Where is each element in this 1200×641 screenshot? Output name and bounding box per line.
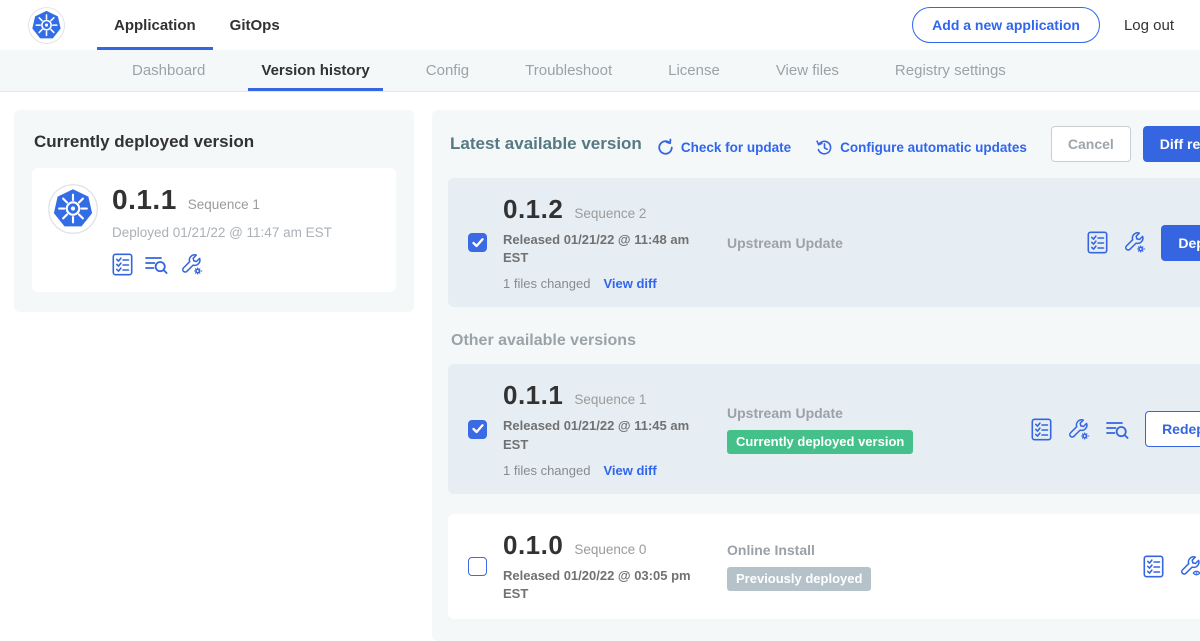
refresh-icon	[656, 138, 675, 157]
subnav-item-config[interactable]: Config	[413, 50, 482, 91]
row-actions: Redeploy	[1031, 411, 1200, 447]
subnav-item-version-history[interactable]: Version history	[248, 50, 382, 91]
view-diff-link[interactable]: View diff	[603, 463, 656, 478]
preflight-icon[interactable]	[1143, 555, 1164, 578]
version-number: 0.1.0	[503, 530, 563, 561]
version-sequence: Sequence 0	[574, 542, 646, 557]
redeploy-button[interactable]: Redeploy	[1145, 411, 1200, 447]
logout-link[interactable]: Log out	[1124, 17, 1174, 34]
deployed-version-number: 0.1.1	[112, 184, 177, 216]
row-actions: Deploy	[1087, 225, 1200, 261]
top-tab-gitops[interactable]: GitOps	[213, 0, 297, 50]
release-timestamp: Released 01/20/22 @ 03:05 pm EST	[503, 567, 703, 603]
files-changed-label: 1 files changed	[503, 463, 590, 478]
deployed-version-panel: 0.1.1 Sequence 1 Deployed 01/21/22 @ 11:…	[32, 168, 396, 292]
view-diff-link[interactable]: View diff	[603, 276, 656, 291]
version-sequence: Sequence 1	[574, 392, 646, 407]
preflight-icon[interactable]	[1031, 418, 1052, 441]
deploy-status-badge: Previously deployed	[727, 567, 871, 591]
currently-deployed-card: Currently deployed version 0.1.1 Sequenc…	[14, 110, 414, 312]
check-for-update-label: Check for update	[681, 140, 791, 155]
subnav-item-troubleshoot[interactable]: Troubleshoot	[512, 50, 625, 91]
version-number: 0.1.2	[503, 194, 563, 225]
view-config-icon[interactable]	[1179, 555, 1200, 578]
version-select-checkbox[interactable]	[468, 233, 487, 252]
add-new-application-button[interactable]: Add a new application	[912, 7, 1100, 43]
edit-config-icon[interactable]	[180, 253, 203, 276]
version-row-0-1-0: 0.1.0 Sequence 0 Released 01/20/22 @ 03:…	[448, 514, 1200, 619]
configure-automatic-updates-link[interactable]: Configure automatic updates	[815, 138, 1027, 157]
diff-releases-button[interactable]: Diff releases	[1143, 126, 1200, 162]
top-navbar: ApplicationGitOps Add a new application …	[0, 0, 1200, 50]
subnav-item-view-files[interactable]: View files	[763, 50, 852, 91]
release-timestamp: Released 01/21/22 @ 11:45 am EST	[503, 417, 703, 453]
deployed-card-title: Currently deployed version	[34, 132, 396, 152]
kubernetes-logo-icon	[28, 7, 65, 44]
subnav-item-license[interactable]: License	[655, 50, 733, 91]
available-versions-card: Latest available version Check for updat…	[432, 110, 1200, 641]
preflight-icon[interactable]	[112, 253, 133, 276]
app-logo-icon	[48, 184, 98, 234]
version-source-label: Online Install	[727, 542, 957, 558]
files-changed-label: 1 files changed	[503, 276, 590, 291]
top-tabs: ApplicationGitOps	[97, 0, 297, 50]
deployed-icon-actions	[112, 253, 332, 276]
version-source-label: Upstream Update	[727, 405, 957, 421]
deployed-sequence: Sequence 1	[188, 197, 260, 212]
subnav-item-dashboard[interactable]: Dashboard	[119, 50, 218, 91]
version-row-0-1-1: 0.1.1 Sequence 1 Released 01/21/22 @ 11:…	[448, 364, 1200, 493]
version-row-0-1-2: 0.1.2 Sequence 2 Released 01/21/22 @ 11:…	[448, 178, 1200, 307]
deploy-button[interactable]: Deploy	[1161, 225, 1200, 261]
deploy-status-badge: Currently deployed version	[727, 430, 913, 454]
app-subnav: Dashboard Version history Config Troublesho…	[0, 50, 1200, 92]
deployed-timestamp: Deployed 01/21/22 @ 11:47 am EST	[112, 225, 332, 240]
other-versions-slot: 0.1.1 Sequence 1 Released 01/21/22 @ 11:…	[448, 364, 1200, 619]
configure-automatic-updates-label: Configure automatic updates	[840, 140, 1027, 155]
version-select-checkbox[interactable]	[468, 557, 487, 576]
version-source-label: Upstream Update	[727, 235, 957, 251]
preflight-icon[interactable]	[1087, 231, 1108, 254]
available-header: Latest available version Check for updat…	[450, 126, 1200, 162]
release-timestamp: Released 01/21/22 @ 11:48 am EST	[503, 231, 703, 267]
edit-config-icon[interactable]	[1067, 418, 1090, 441]
cancel-button[interactable]: Cancel	[1051, 126, 1131, 162]
view-logs-icon[interactable]	[1105, 419, 1130, 440]
top-tab-application[interactable]: Application	[97, 0, 213, 50]
version-sequence: Sequence 2	[574, 206, 646, 221]
clock-arrow-icon	[815, 138, 834, 157]
check-for-update-link[interactable]: Check for update	[656, 138, 791, 157]
other-versions-title: Other available versions	[451, 332, 1200, 350]
version-number: 0.1.1	[503, 380, 563, 411]
version-select-checkbox[interactable]	[468, 420, 487, 439]
latest-version-slot: 0.1.2 Sequence 2 Released 01/21/22 @ 11:…	[448, 178, 1200, 307]
subnav-item-registry-settings[interactable]: Registry settings	[882, 50, 1019, 91]
latest-available-title: Latest available version	[450, 134, 642, 154]
edit-config-icon[interactable]	[1123, 231, 1146, 254]
row-actions	[1143, 555, 1200, 578]
view-logs-icon[interactable]	[144, 254, 169, 275]
main-content: Currently deployed version 0.1.1 Sequenc…	[0, 92, 1200, 641]
